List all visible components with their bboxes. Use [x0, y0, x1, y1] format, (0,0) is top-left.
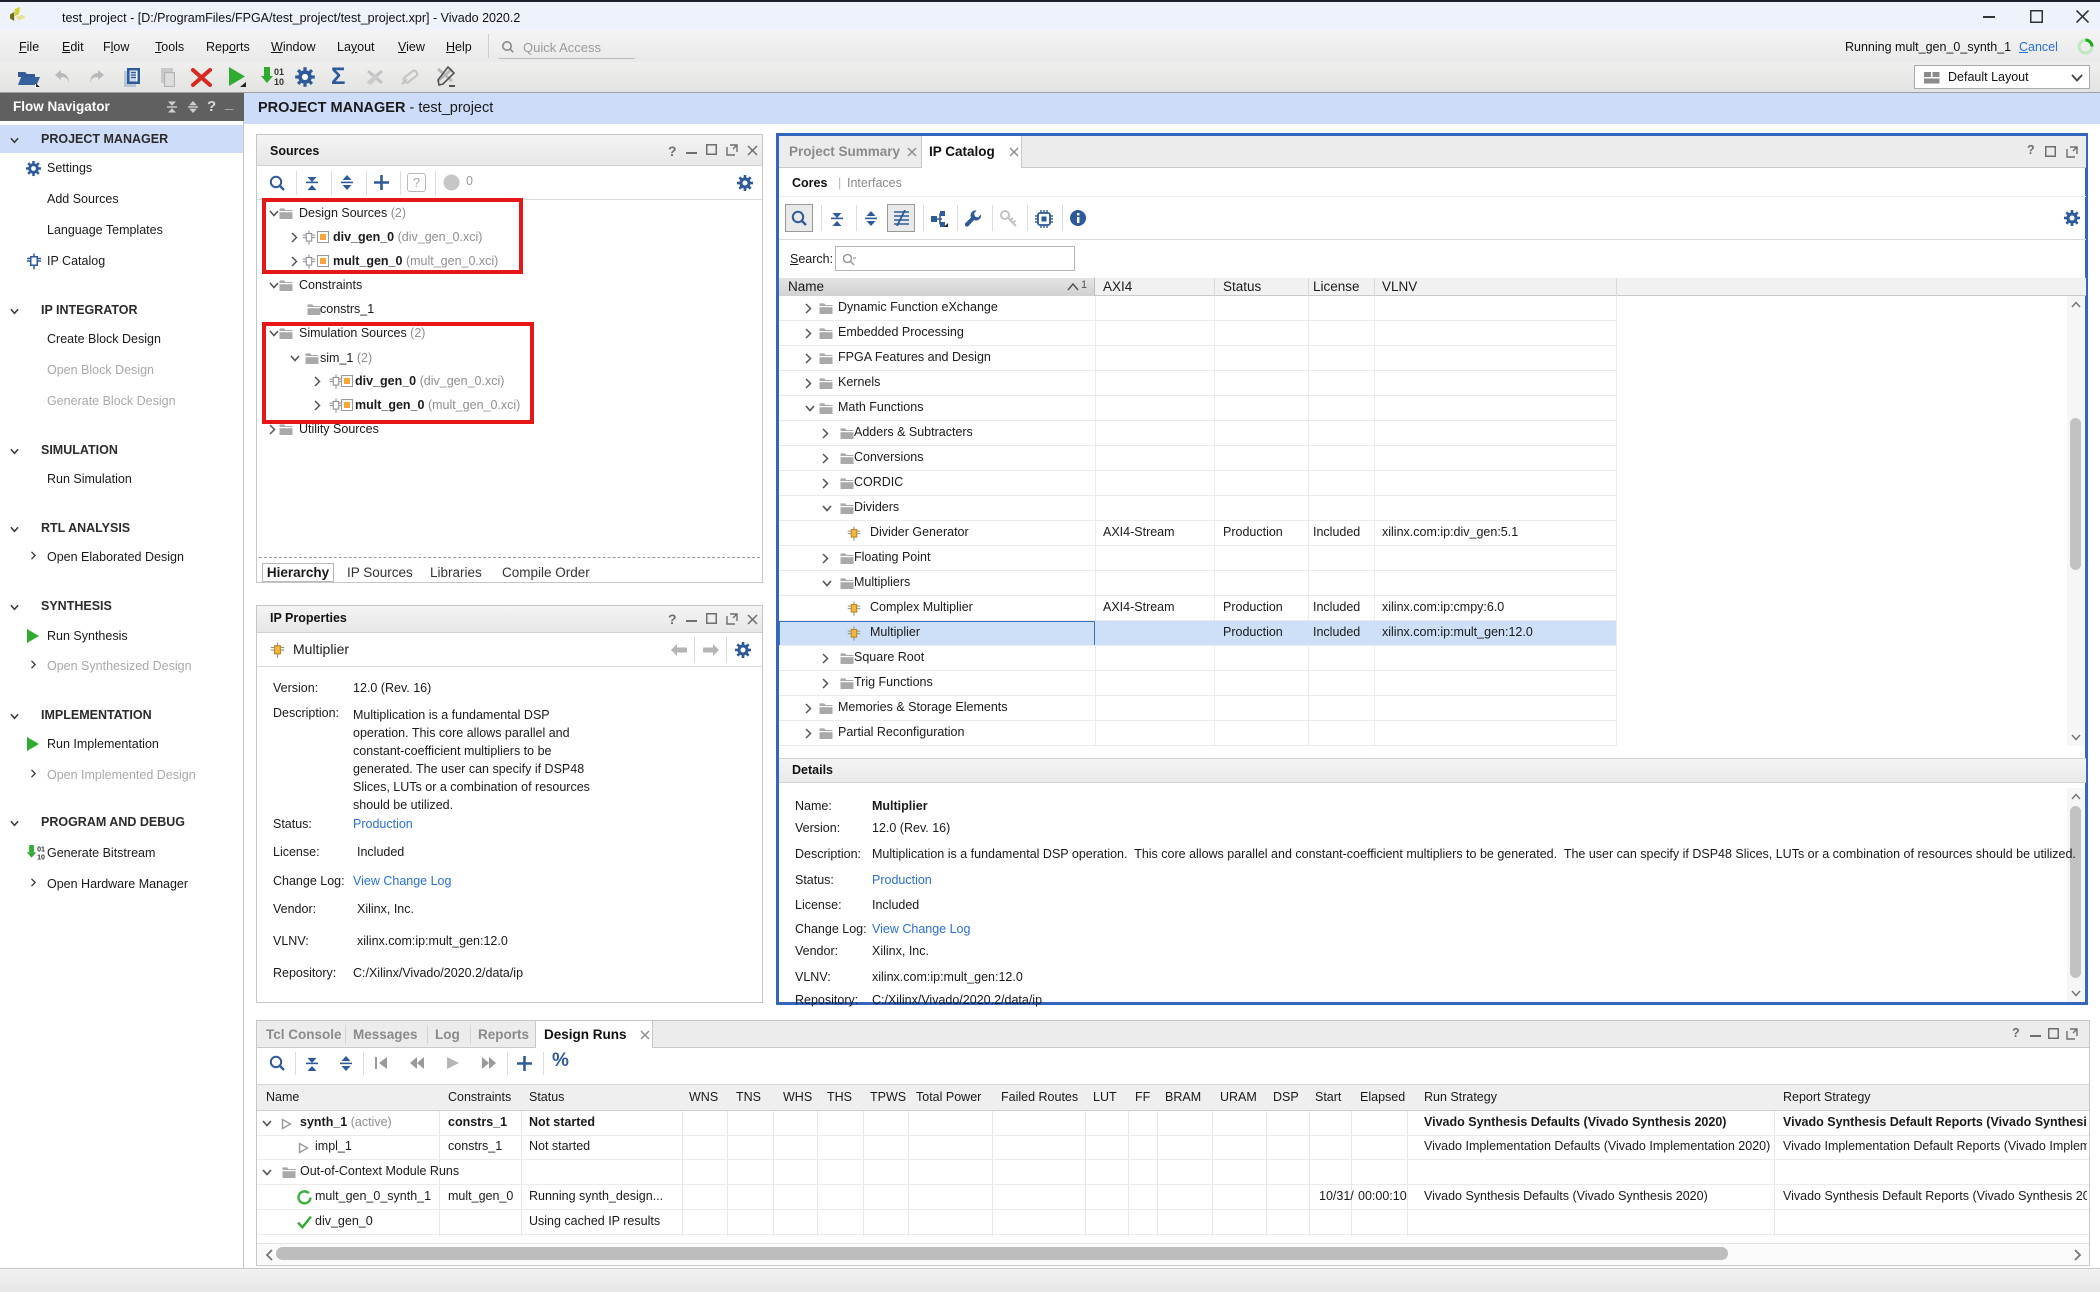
svg-text:10: 10: [274, 77, 284, 87]
svg-text:01: 01: [37, 845, 45, 853]
svg-text:10: 10: [37, 853, 45, 861]
svg-text:01: 01: [274, 67, 284, 77]
